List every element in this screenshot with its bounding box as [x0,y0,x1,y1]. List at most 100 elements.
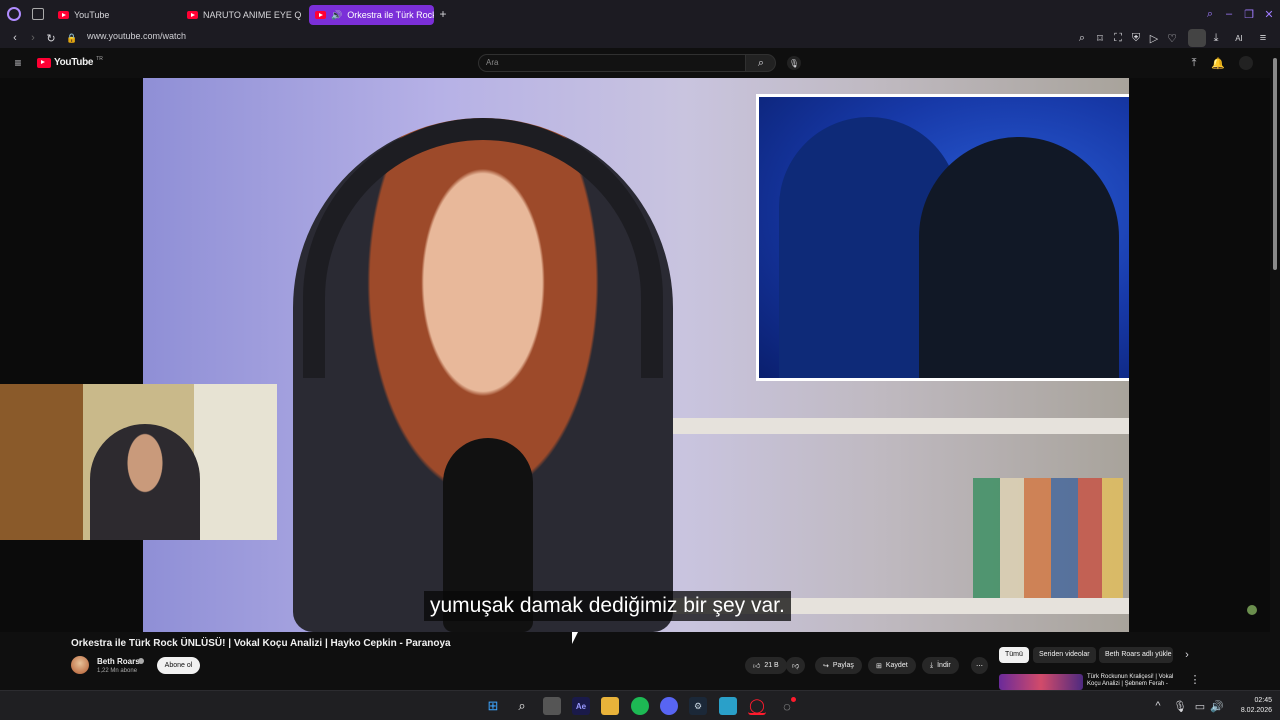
heart-icon[interactable]: ♡ [1165,31,1179,45]
search-icon: ⌕ [757,56,765,69]
play-icon[interactable]: ▷ [1147,31,1161,45]
reload-icon[interactable]: ↻ [44,31,58,45]
channel-watermark-icon[interactable] [1247,605,1257,615]
region-code: TR [96,55,103,62]
search-icon[interactable]: ⌕ [513,697,531,715]
share-button[interactable]: ↪ Paylaş [815,657,862,674]
clock-time: 02:45 [1254,697,1272,704]
subtitle-caption: yumuşak damak dediğimiz bir şey var. [424,591,791,621]
scrollbar-thumb[interactable] [1273,58,1277,270]
windows-start-icon[interactable]: ⊞ [484,697,502,715]
video-title: Orkestra ile Türk Rock ÜNLÜSÜ! | Vokal K… [71,638,451,649]
chip-series-videos[interactable]: Seriden videolar [1033,647,1096,663]
url-field[interactable]: www.youtube.com/watch [87,31,186,41]
recommended-title[interactable]: Türk Rockunun Kraliçesi! | Vokal Koçu An… [1087,674,1187,688]
video-frame [143,78,1129,632]
download-button[interactable]: ⤓ İndir [922,657,959,674]
shield-icon[interactable]: ⛨ [1129,31,1143,45]
youtube-logo[interactable]: YouTube TR [37,55,103,68]
tray-expand-icon[interactable]: ^ [1152,700,1164,712]
app-icon[interactable] [719,697,737,715]
save-button[interactable]: ⊞ Kaydet [868,657,916,674]
more-actions-button[interactable]: ⋯ [971,657,988,674]
tab-orkestra-active[interactable]: 🔊 Orkestra ile Türk Rock [309,5,434,25]
restore-window-icon[interactable]: ❐ [1242,7,1256,21]
spotify-icon[interactable] [631,697,649,715]
youtube-favicon-icon [58,11,69,19]
lock-icon[interactable]: 🔒 [66,31,78,45]
recommended-more-icon[interactable]: ⋮ [1190,673,1201,686]
youtube-play-icon [37,57,51,68]
search-tabs-icon[interactable]: ⌕ [1203,7,1217,21]
singer-figure [919,137,1119,378]
minimize-window-icon[interactable]: – [1222,7,1236,21]
profile-avatar[interactable] [1188,29,1206,47]
after-effects-icon[interactable]: Ae [572,697,590,715]
file-explorer-icon[interactable] [601,697,619,715]
background-books [973,478,1123,598]
discord-icon[interactable] [660,697,678,715]
snapshot-icon[interactable]: ⛶ [1111,31,1125,45]
chip-next-icon[interactable]: › [1181,648,1193,662]
headphones-shape [303,118,663,378]
voice-search-icon[interactable]: 🎙 [787,56,801,70]
close-window-icon[interactable]: ✕ [1262,7,1276,21]
save-label: Kaydet [885,662,908,669]
bookmark-icon[interactable]: ⌑ [1093,31,1107,45]
opera-icon[interactable]: ◯ [748,697,766,715]
new-tab-button[interactable]: + [437,7,449,21]
network-icon[interactable]: ▭ [1194,700,1206,713]
chip-channel-uploads[interactable]: Beth Roars adlı yükle [1099,647,1173,663]
video-player[interactable]: yumuşak damak dediğimiz bir şey var. [0,78,1270,632]
tab-youtube[interactable]: YouTube [52,5,176,25]
zoom-icon[interactable]: ⌕ [1075,31,1089,45]
channel-name[interactable]: Beth Roars [97,657,140,666]
notification-dot [791,697,796,702]
steam-icon[interactable]: ⚙ [689,697,707,715]
dislike-button[interactable]: 👎︎ [786,657,806,674]
opera-logo-icon[interactable] [7,7,21,21]
notifications-bell-icon[interactable]: 🔔 [1211,56,1225,70]
concert-inset [756,94,1129,381]
upload-icon[interactable]: ⤒ [1187,56,1201,70]
recommended-thumbnail[interactable] [999,674,1083,690]
tab-label: YouTube [74,10,110,20]
volume-icon[interactable]: 🔊 [1210,700,1224,713]
menu-icon[interactable]: ≡ [1256,31,1270,45]
channel-avatar[interactable] [71,656,89,674]
browser-tab-bar: YouTube NARUTO ANIME EYE QUIZ 🔊 Orkestra… [0,0,1280,28]
speaker-icon[interactable]: 🔊 [331,10,342,21]
browser-address-bar: ‹ › ↻ 🔒 www.youtube.com/watch ⌕ ⌑ ⛶ ⛨ ▷ … [0,28,1280,48]
subscribe-button[interactable]: Abone ol [157,657,200,674]
save-icon: ⊞ [876,662,882,670]
microphone-tray-icon[interactable]: 🎙 [1173,700,1187,713]
download-icon[interactable]: ⤓ [1209,31,1223,45]
like-count: 21 B [764,662,779,669]
back-icon[interactable]: ‹ [8,31,22,45]
account-avatar[interactable] [1239,56,1253,70]
windows-taskbar: ⊞ ⌕ Ae ⚙ ◯ ◌ ^ 🎙 ▭ 🔊 02:45 8.02.2026 [0,690,1280,720]
youtube-favicon-icon [315,11,326,19]
share-label: Paylaş [832,662,854,669]
forward-icon[interactable]: › [26,31,40,45]
subscriber-count: 1,22 Mn abone [97,668,138,674]
verified-badge-icon [138,658,144,664]
youtube-header: ≡ YouTube TR Ara ⌕ 🎙 ⤒ 🔔 [0,48,1270,78]
search-input[interactable]: Ara [478,54,746,72]
hamburger-menu-icon[interactable]: ≡ [11,56,25,70]
like-button[interactable]: 👍︎ 21 B [745,657,787,674]
video-info: Orkestra ile Türk Rock ÜNLÜSÜ! | Vokal K… [0,632,1270,690]
system-clock[interactable]: 02:45 8.02.2026 [1241,696,1272,716]
youtube-logo-text: YouTube [54,57,94,68]
thumbs-up-icon: 👍︎ [753,663,761,670]
tab-label: NARUTO ANIME EYE QUIZ [203,10,301,20]
more-icon: ⋯ [976,662,983,670]
ai-button[interactable]: AI [1229,31,1249,45]
download-icon: ⤓ [930,661,934,669]
tab-naruto-quiz[interactable]: NARUTO ANIME EYE QUIZ [181,5,301,25]
workspaces-icon[interactable] [32,8,44,20]
search-button[interactable]: ⌕ [745,54,776,72]
tab-label: Orkestra ile Türk Rock [347,10,434,20]
task-view-icon[interactable] [543,697,561,715]
chip-all[interactable]: Tümü [999,647,1029,663]
